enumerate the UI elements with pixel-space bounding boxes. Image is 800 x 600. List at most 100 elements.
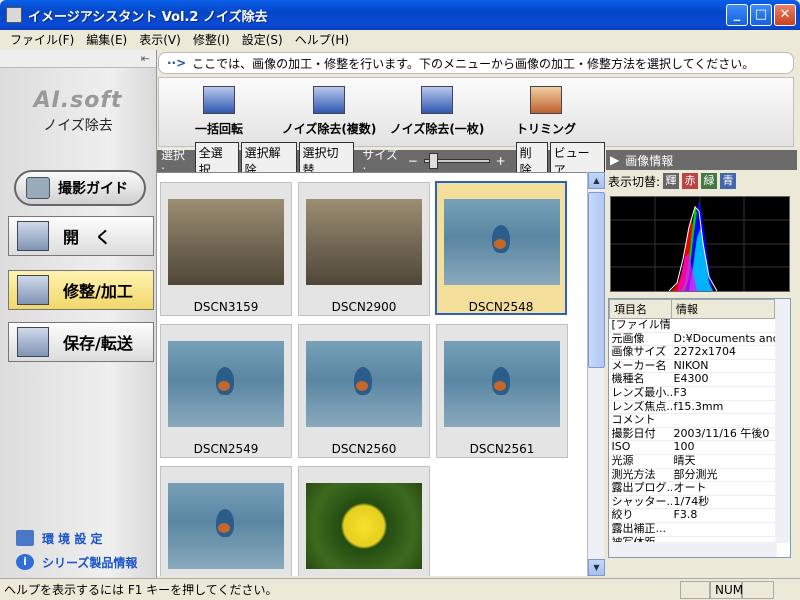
nav-save-button[interactable]: 保存/転送: [8, 322, 154, 362]
thumbnail[interactable]: [160, 466, 292, 576]
thumbnail[interactable]: DSCN2900: [298, 182, 430, 316]
info-row[interactable]: ISO 100: [609, 440, 775, 455]
nav-open-label: 開 く: [63, 228, 112, 247]
info-row[interactable]: 元画像 D:¥Documents and: [609, 332, 775, 347]
gallery-scrollbar[interactable]: ▲ ▼: [587, 172, 605, 576]
scroll-up-arrow-icon[interactable]: ▲: [588, 172, 605, 189]
selection-bar: 選択 : 全選択 選択解除 選択切替 サイズ : − + 削除 ビューア: [157, 142, 605, 180]
info-row[interactable]: シャッター... 1/74秒: [609, 495, 775, 510]
tool-label: 一括回転: [194, 122, 243, 136]
info-key: レンズ最小...: [609, 386, 672, 401]
info-value: 部分測光: [671, 468, 775, 483]
info-row[interactable]: レンズ最小... F3: [609, 386, 775, 401]
info-key: シャッター...: [609, 495, 672, 510]
bird-shape: [216, 509, 234, 537]
info-row[interactable]: メーカー名 NIKON: [609, 359, 775, 374]
crop-icon: [530, 86, 562, 114]
scroll-down-arrow-icon[interactable]: ▼: [588, 559, 605, 576]
info-table-scrollbar[interactable]: [775, 299, 790, 543]
red-switch[interactable]: 赤: [682, 173, 699, 189]
shooting-guide-button[interactable]: 撮影ガイド: [14, 170, 146, 206]
column-header-name[interactable]: 項目名: [609, 299, 672, 319]
menu-file[interactable]: ファイル(F): [4, 31, 80, 48]
thumbnail-gallery: DSCN3159 DSCN2900 DSCN2548 DSCN2549 DSCN…: [157, 172, 587, 576]
blue-switch[interactable]: 青: [720, 173, 737, 189]
info-row[interactable]: 画像サイズ 2272x1704: [609, 345, 775, 360]
thumbnail[interactable]: DSCN2561: [436, 324, 568, 458]
size-minus: −: [407, 154, 418, 168]
info-icon: i: [16, 554, 34, 570]
green-switch[interactable]: 緑: [701, 173, 718, 189]
window-title: イメージアシスタント Vol.2 ノイズ除去: [28, 9, 268, 25]
bird-shape: [492, 225, 510, 253]
info-row[interactable]: 光源 晴天: [609, 454, 775, 469]
info-key: 絞り: [609, 508, 672, 523]
noise-single-icon: [421, 86, 453, 114]
thumbnail-image: [168, 483, 284, 569]
trimming-tool[interactable]: トリミング: [511, 86, 581, 137]
info-row[interactable]: 撮影日付 2003/11/16 午後0: [609, 427, 775, 442]
noise-single-tool[interactable]: ノイズ除去(一枚): [387, 86, 487, 137]
product-info-label: シリーズ製品情報: [42, 555, 138, 570]
info-row[interactable]: 露出補正...: [609, 522, 775, 537]
info-bar: ··> ここでは、画像の加工・修整を行います。下のメニューから画像の加工・修整方…: [158, 52, 794, 74]
info-value: F3: [671, 386, 775, 401]
thumbnail-image: [168, 341, 284, 427]
nav-open-button[interactable]: 開 く: [8, 216, 154, 256]
histogram-graph: [611, 197, 789, 292]
nav-retouch-button[interactable]: 修整/加工: [8, 270, 154, 310]
luminance-switch[interactable]: 輝: [663, 173, 680, 189]
thumbnail-size-slider[interactable]: [423, 153, 490, 169]
info-table-hscrollbar[interactable]: [609, 542, 777, 557]
info-table[interactable]: 項目名 情報 [ファイル情...元画像D:¥Documents and画像サイズ…: [608, 298, 791, 558]
menu-settings[interactable]: 設定(S): [236, 31, 289, 48]
info-row[interactable]: 露出プログ... オート: [609, 481, 775, 496]
status-text: ヘルプを表示するには F1 キーを押してください。: [4, 583, 278, 597]
thumbnail-caption: DSCN2549: [193, 442, 259, 456]
info-row[interactable]: 機種名 E4300: [609, 372, 775, 387]
batch-rotate-tool[interactable]: 一括回転: [189, 86, 249, 137]
settings-icon: [16, 530, 34, 546]
thumbnail-selected[interactable]: DSCN2548: [435, 181, 567, 315]
menu-edit[interactable]: 編集(E): [80, 31, 133, 48]
scroll-thumb[interactable]: [588, 192, 605, 368]
menu-help[interactable]: ヘルプ(H): [289, 31, 355, 48]
menu-retouch[interactable]: 修整(I): [187, 31, 236, 48]
settings-link[interactable]: 環 境 設 定: [16, 526, 137, 550]
pin-icon[interactable]: ⇤: [141, 52, 150, 65]
menu-view[interactable]: 表示(V): [133, 31, 187, 48]
thumbnail[interactable]: DSCN2549: [160, 324, 292, 458]
info-value: 1/74秒: [671, 495, 775, 510]
close-button[interactable]: ✕: [774, 4, 796, 26]
info-row[interactable]: 絞り F3.8: [609, 508, 775, 523]
save-icon: [17, 327, 49, 357]
nav-retouch-label: 修整/加工: [63, 282, 133, 301]
maximize-button[interactable]: □: [750, 4, 772, 26]
info-row[interactable]: [ファイル情...: [609, 318, 775, 333]
minimize-button[interactable]: _: [726, 4, 748, 26]
thumbnail[interactable]: [298, 466, 430, 576]
info-row[interactable]: レンズ焦点... f15.3mm: [609, 400, 775, 415]
info-key: 光源: [609, 454, 672, 469]
product-info-link[interactable]: i シリーズ製品情報: [16, 550, 137, 574]
tool-bar: 一括回転 ノイズ除去(複数) ノイズ除去(一枚) トリミング: [158, 77, 794, 147]
thumbnail-image: [306, 199, 422, 285]
noise-multi-tool[interactable]: ノイズ除去(複数): [279, 86, 379, 137]
slider-knob[interactable]: [428, 153, 438, 169]
collapse-arrow-icon[interactable]: ▶: [610, 153, 619, 167]
info-value: 2003/11/16 午後0: [671, 427, 775, 442]
thumbnail[interactable]: DSCN2560: [298, 324, 430, 458]
info-value: [671, 522, 775, 537]
info-row[interactable]: 測光方法 部分測光: [609, 468, 775, 483]
info-row[interactable]: コメント: [609, 413, 775, 428]
image-info-title: 画像情報: [625, 153, 674, 168]
info-value: オート: [671, 481, 775, 496]
thumbnail[interactable]: DSCN3159: [160, 182, 292, 316]
info-value: 100: [671, 440, 775, 455]
column-header-info[interactable]: 情報: [671, 299, 775, 319]
bird-shape: [216, 367, 234, 395]
info-key: 画像サイズ: [609, 345, 672, 360]
image-info-panel: ▶ 画像情報 表示切替: 輝 赤 緑 青 項目名 情報 [ファイル情 元画像 D…: [606, 150, 797, 576]
size-plus: +: [495, 154, 506, 168]
info-value: 2272x1704: [671, 345, 775, 360]
